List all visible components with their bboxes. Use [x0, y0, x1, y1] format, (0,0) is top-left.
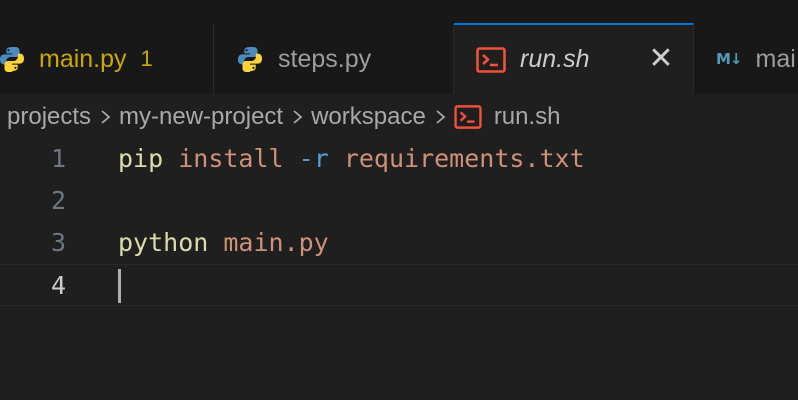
editor-window: main.py 1 steps.py run.sh ✕ M↓ mai proje… [0, 0, 798, 400]
code-token-arg: requirements.txt [343, 144, 585, 173]
breadcrumb: projects my-new-project workspace run.sh [0, 95, 798, 139]
tab-label: steps.py [278, 44, 372, 73]
code-line: 3 python main.py [0, 222, 798, 264]
code-line-current: 4 [0, 264, 798, 306]
code-token-cmd: python [118, 228, 209, 257]
code-line: 1 pip install -r requirements.txt [0, 138, 798, 180]
chevron-right-icon [101, 110, 111, 124]
breadcrumb-item-run-sh[interactable]: run.sh [494, 103, 561, 131]
tab-label: run.sh [520, 45, 590, 73]
tab-label: mai [755, 44, 796, 73]
tab-markdown[interactable]: M↓ mai [694, 24, 798, 94]
python-icon [0, 47, 24, 72]
terminal-icon [454, 105, 482, 129]
breadcrumb-item-workspace[interactable]: workspace [311, 103, 426, 131]
breadcrumb-item-projects[interactable]: projects [7, 103, 91, 131]
close-icon[interactable]: ✕ [645, 43, 677, 75]
tab-steps-py[interactable]: steps.py [214, 24, 454, 94]
python-icon [238, 47, 262, 72]
terminal-icon [476, 46, 506, 73]
line-number: 3 [50, 228, 66, 257]
line-content: pip install -r requirements.txt [118, 138, 585, 180]
tab-main-py[interactable]: main.py 1 [0, 24, 214, 94]
code-line: 2 [0, 180, 798, 222]
problem-count-badge: 1 [140, 46, 153, 71]
chevron-right-icon [436, 110, 446, 124]
code-token-cmd: pip [118, 144, 164, 173]
title-strip [0, 0, 798, 24]
line-number: 2 [50, 186, 66, 215]
tab-label: main.py [39, 44, 127, 73]
code-token-arg: main.py [223, 228, 329, 257]
line-number: 1 [50, 144, 66, 173]
code-token-arg: install [178, 144, 284, 173]
line-content: python main.py [118, 222, 329, 264]
code-editor[interactable]: 1 pip install -r requirements.txt 2 3 py… [0, 138, 798, 400]
code-token-flag: -r [298, 144, 329, 173]
tab-bar: main.py 1 steps.py run.sh ✕ M↓ mai [0, 23, 798, 94]
tab-run-sh[interactable]: run.sh ✕ [454, 23, 694, 94]
chevron-right-icon [293, 110, 303, 124]
breadcrumb-item-my-new-project[interactable]: my-new-project [119, 103, 283, 131]
markdown-icon: M↓ [716, 50, 742, 68]
line-number: 4 [50, 271, 66, 300]
text-cursor [118, 269, 121, 303]
